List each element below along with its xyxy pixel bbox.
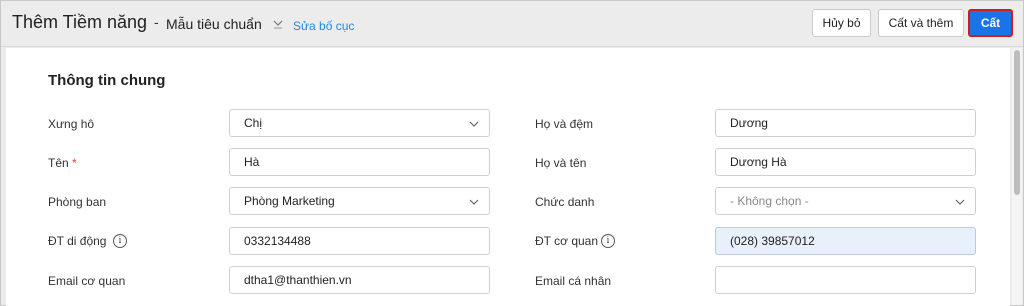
chevron-down-icon (469, 121, 479, 127)
cancel-button[interactable]: Hủy bỏ (812, 9, 871, 37)
full-name-value: Dương Hà (730, 155, 787, 169)
work-email-label: Email cơ quan (48, 274, 126, 288)
job-title-label: Chức danh (535, 195, 595, 209)
office-phone-label: ĐT cơ quan (535, 234, 599, 248)
first-name-label-text: Tên (48, 156, 69, 170)
title-separator: - (154, 14, 159, 30)
first-name-value: Hà (244, 155, 260, 169)
save-button[interactable]: Cất (968, 9, 1013, 37)
first-name-input[interactable]: Hà (229, 148, 490, 176)
personal-email-input[interactable] (715, 266, 976, 294)
office-phone-value: (028) 39857012 (730, 234, 815, 248)
job-title-placeholder: - Không chọn - (730, 194, 809, 208)
work-email-input[interactable]: dtha1@thanthien.vn (229, 266, 490, 294)
department-select[interactable]: Phòng Marketing (229, 187, 490, 215)
template-selector[interactable]: Mẫu tiêu chuẩn (166, 16, 262, 32)
edit-layout-link[interactable]: Sửa bố cục (293, 19, 354, 33)
full-name-label: Họ và tên (535, 156, 587, 170)
scrollbar-thumb[interactable] (1014, 50, 1020, 195)
template-chevron-down-icon[interactable] (272, 17, 284, 29)
info-icon[interactable]: i (113, 234, 127, 248)
salutation-label: Xưng hô (48, 117, 95, 131)
salutation-select[interactable]: Chị (229, 109, 490, 137)
last-middle-input[interactable]: Dương (715, 109, 976, 137)
mobile-label: ĐT di động (48, 234, 107, 248)
section-title: Thông tin chung (48, 72, 166, 89)
salutation-value: Chị (244, 116, 263, 130)
chevron-down-icon (469, 199, 479, 205)
personal-email-label: Email cá nhân (535, 274, 612, 288)
office-phone-input[interactable]: (028) 39857012 (715, 227, 976, 255)
department-label: Phòng ban (48, 195, 107, 209)
info-icon[interactable]: i (601, 234, 615, 248)
work-email-value: dtha1@thanthien.vn (244, 273, 352, 287)
mobile-value: 0332134488 (244, 234, 311, 248)
save-and-add-button[interactable]: Cất và thêm (878, 9, 964, 37)
department-value: Phòng Marketing (244, 194, 335, 208)
required-marker: * (72, 156, 77, 170)
mobile-input[interactable]: 0332134488 (229, 227, 490, 255)
chevron-down-icon (955, 199, 965, 205)
last-middle-value: Dương (730, 116, 768, 130)
first-name-label: Tên * (48, 156, 77, 170)
last-middle-label: Họ và đệm (535, 117, 594, 131)
page-title: Thêm Tiềm năng (12, 12, 148, 32)
full-name-input[interactable]: Dương Hà (715, 148, 976, 176)
job-title-select[interactable]: - Không chọn - (715, 187, 976, 215)
